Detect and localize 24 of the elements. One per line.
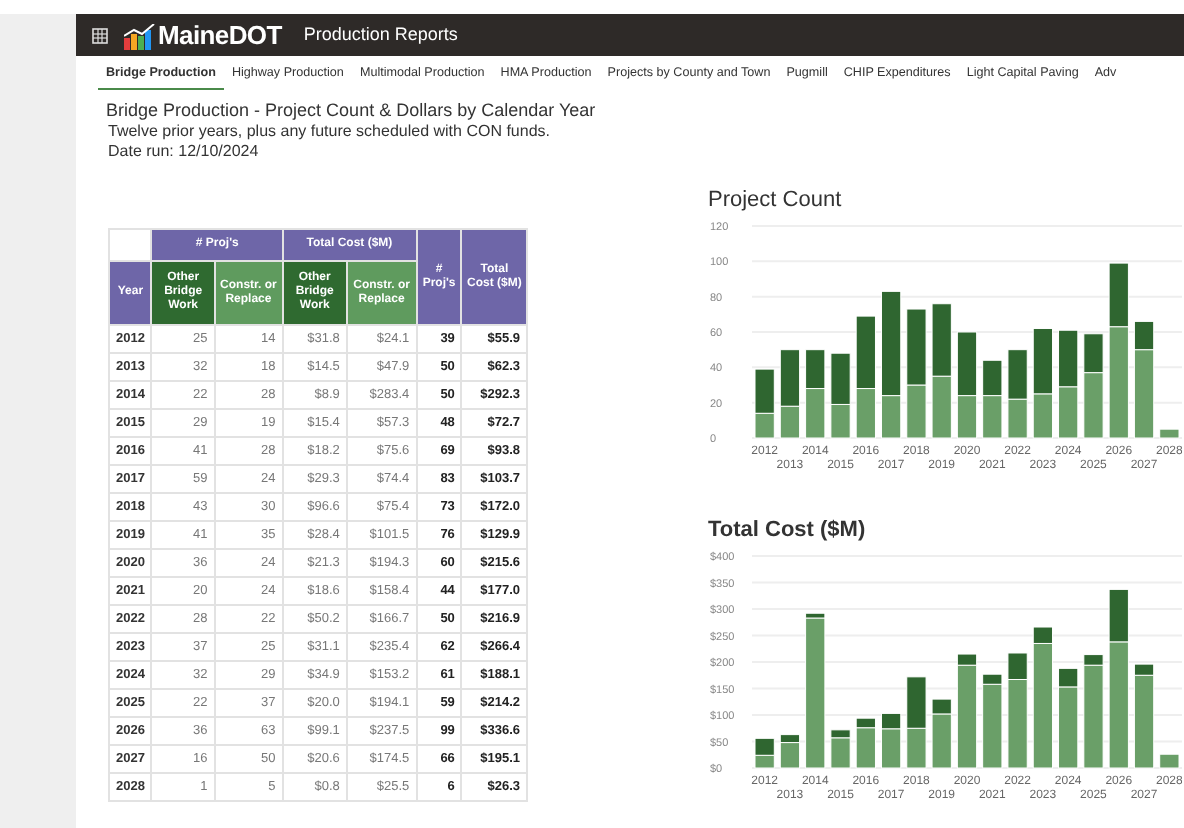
- bar-chart-logo-icon: [124, 23, 156, 49]
- date-run: Date run: 12/10/2024: [106, 142, 261, 162]
- report-subtitle: Twelve prior years, plus any future scheduled with CON funds.: [106, 122, 552, 142]
- bar: [805, 349, 826, 390]
- bar: [931, 303, 952, 377]
- bar: [1058, 386, 1079, 439]
- bar: [1007, 398, 1028, 439]
- grid-menu-icon[interactable]: [92, 27, 108, 43]
- bar: [906, 676, 927, 729]
- app-title: Production Reports: [303, 21, 458, 48]
- bar: [754, 737, 775, 756]
- report-title: Bridge Production - Project Count & Dollars by Calendar Year: [106, 100, 598, 122]
- bar: [1058, 329, 1079, 388]
- bar: [982, 395, 1003, 439]
- chart-title: Project Count: [708, 188, 844, 214]
- bar: [805, 388, 826, 439]
- bar: [906, 308, 927, 386]
- bar: [906, 727, 927, 769]
- chart-title: Total Cost ($M): [708, 518, 868, 544]
- bar: [906, 384, 927, 439]
- bar: [1007, 349, 1028, 400]
- bar: [931, 375, 952, 439]
- logo-text: MaineDOT: [158, 21, 282, 49]
- bar: [982, 359, 1003, 397]
